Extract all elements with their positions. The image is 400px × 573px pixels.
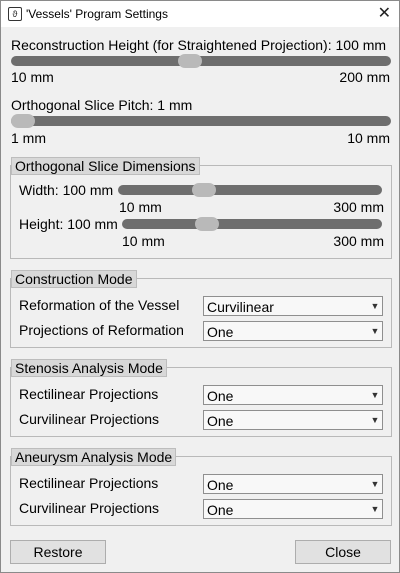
reformation-select[interactable]: Curvilinear ▼: [203, 296, 383, 316]
slice-width-min: 10 mm: [119, 199, 162, 215]
slice-pitch-max: 10 mm: [347, 130, 390, 146]
reformation-label: Reformation of the Vessel: [19, 297, 180, 313]
aneurysm-curvilinear-value: One: [207, 502, 234, 518]
construction-mode-group: Construction Mode Reformation of the Ves…: [10, 270, 392, 348]
slice-height-max: 300 mm: [333, 233, 384, 249]
projections-reformation-value: One: [207, 324, 234, 340]
projections-reformation-select[interactable]: One ▼: [203, 321, 383, 341]
chevron-down-icon[interactable]: ▼: [370, 325, 380, 337]
slice-pitch-thumb[interactable]: [11, 114, 35, 128]
slice-pitch-slider[interactable]: [11, 114, 391, 128]
stenosis-mode-title: Stenosis Analysis Mode: [11, 359, 167, 377]
chevron-down-icon[interactable]: ▼: [370, 300, 380, 312]
slice-height-label: Height: 100 mm: [19, 216, 118, 232]
aneurysm-rectilinear-select[interactable]: One ▼: [203, 474, 383, 494]
aneurysm-rectilinear-value: One: [207, 477, 234, 493]
reconstruction-height-label: Reconstruction Height (for Straightened …: [11, 37, 387, 53]
close-icon[interactable]: ✕: [378, 3, 391, 23]
aneurysm-curvilinear-select[interactable]: One ▼: [203, 499, 383, 519]
slice-width-max: 300 mm: [333, 199, 384, 215]
reformation-value: Curvilinear: [207, 299, 274, 315]
reconstruction-height-min: 10 mm: [11, 69, 54, 85]
slice-height-slider[interactable]: [122, 217, 382, 231]
title-bar: ϑ 'Vessels' Program Settings ✕: [1, 1, 399, 27]
stenosis-curvilinear-value: One: [207, 413, 234, 429]
stenosis-rectilinear-value: One: [207, 388, 234, 404]
construction-mode-title: Construction Mode: [11, 270, 137, 288]
reconstruction-height-slider[interactable]: [11, 54, 391, 68]
slice-width-slider[interactable]: [118, 183, 382, 197]
projections-reformation-label: Projections of Reformation: [19, 322, 184, 338]
reconstruction-height-max: 200 mm: [339, 69, 390, 85]
slice-width-label: Width: 100 mm: [19, 182, 114, 198]
slice-height-min: 10 mm: [122, 233, 165, 249]
chevron-down-icon[interactable]: ▼: [370, 389, 380, 401]
slice-width-thumb[interactable]: [192, 183, 216, 197]
stenosis-curvilinear-select[interactable]: One ▼: [203, 410, 383, 430]
slice-pitch-min: 1 mm: [11, 130, 46, 146]
chevron-down-icon[interactable]: ▼: [370, 414, 380, 426]
reconstruction-height-thumb[interactable]: [178, 54, 202, 68]
settings-window: ϑ 'Vessels' Program Settings ✕ Reconstru…: [0, 0, 400, 573]
window-title: 'Vessels' Program Settings: [26, 7, 168, 21]
stenosis-rectilinear-select[interactable]: One ▼: [203, 385, 383, 405]
close-button[interactable]: Close: [295, 540, 391, 564]
vessels-app-icon: ϑ: [8, 7, 22, 21]
slice-pitch-label: Orthogonal Slice Pitch: 1 mm: [11, 97, 193, 113]
chevron-down-icon[interactable]: ▼: [370, 503, 380, 515]
aneurysm-mode-group: Aneurysm Analysis Mode Rectilinear Proje…: [10, 448, 392, 526]
stenosis-rectilinear-label: Rectilinear Projections: [19, 386, 159, 402]
stenosis-curvilinear-label: Curvilinear Projections: [19, 411, 160, 427]
aneurysm-curvilinear-label: Curvilinear Projections: [19, 500, 160, 516]
aneurysm-mode-title: Aneurysm Analysis Mode: [11, 448, 177, 466]
stenosis-mode-group: Stenosis Analysis Mode Rectilinear Proje…: [10, 359, 392, 437]
slice-dimensions-title: Orthogonal Slice Dimensions: [11, 157, 200, 175]
chevron-down-icon[interactable]: ▼: [370, 478, 380, 490]
slice-dimensions-group: Orthogonal Slice Dimensions Width: 100 m…: [10, 157, 392, 259]
aneurysm-rectilinear-label: Rectilinear Projections: [19, 475, 159, 491]
restore-button[interactable]: Restore: [10, 540, 106, 564]
slice-height-thumb[interactable]: [195, 217, 219, 231]
